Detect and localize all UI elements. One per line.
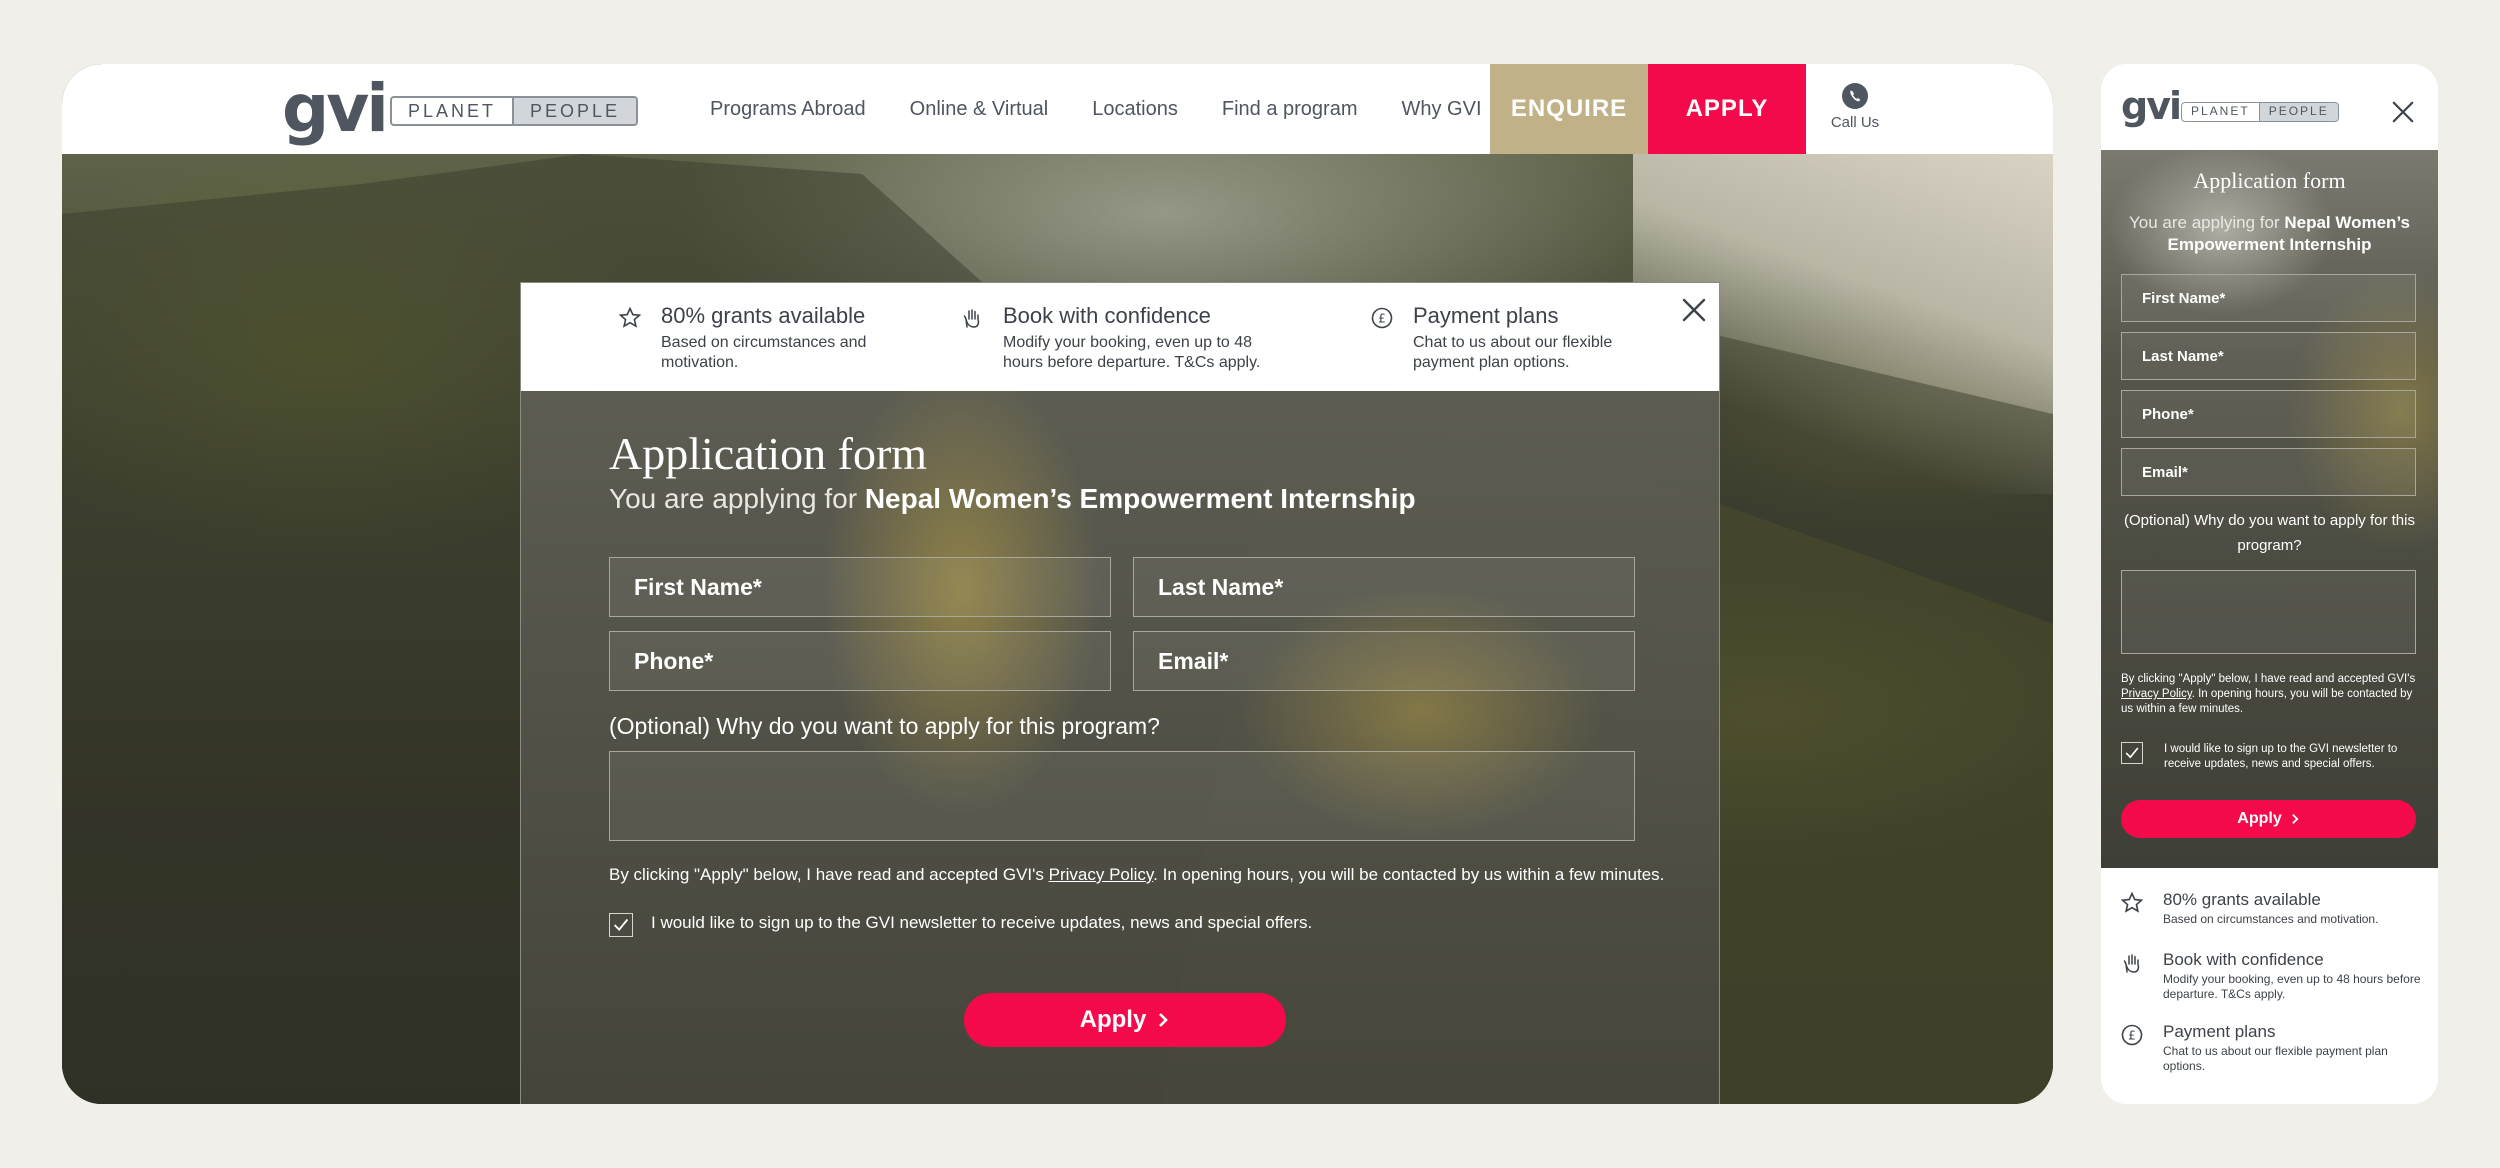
nav-find-program[interactable]: Find a program <box>1222 98 1358 121</box>
svg-text:£: £ <box>1378 312 1386 326</box>
question-label: (Optional) Why do you want to apply for … <box>609 713 1160 739</box>
last-name-field[interactable]: Last Name* <box>2121 332 2416 380</box>
chevron-right-icon <box>2291 814 2299 824</box>
benefit-title: Book with confidence <box>1003 303 1211 328</box>
pound-icon: £ <box>2121 1024 2143 1046</box>
call-us-label: Call Us <box>1830 114 1880 131</box>
privacy-policy-link[interactable]: Privacy Policy <box>1049 865 1154 884</box>
benefit-title: Payment plans <box>2163 1022 2276 1041</box>
planet-people-toggle[interactable]: PLANET PEOPLE <box>2181 102 2339 122</box>
newsletter-checkbox[interactable] <box>2121 742 2143 764</box>
nav-why-gvi[interactable]: Why GVI <box>1401 98 1481 121</box>
consent-prefix: By clicking "Apply" below, I have read a… <box>2121 673 2416 685</box>
first-name-field[interactable]: First Name* <box>2121 274 2416 322</box>
enquire-button[interactable]: ENQUIRE <box>1490 64 1648 154</box>
nav-programs-abroad[interactable]: Programs Abroad <box>710 98 866 121</box>
toggle-people[interactable]: PEOPLE <box>2258 103 2338 121</box>
benefit-title: 80% grants available <box>661 303 866 328</box>
newsletter-label: I would like to sign up to the GVI newsl… <box>651 913 1313 932</box>
hand-icon <box>2123 954 2140 973</box>
last-name-field[interactable]: Last Name* <box>1133 557 1635 617</box>
close-icon[interactable] <box>2391 100 2415 124</box>
benefit-title: 80% grants available <box>2163 890 2321 909</box>
benefit-text: Modify your booking, even up to 48 hours… <box>2163 972 2421 1001</box>
planet-people-toggle[interactable]: PLANET PEOPLE <box>390 96 639 126</box>
motivation-textarea[interactable] <box>2121 570 2416 654</box>
mobile-frame: gvi PLANET PEOPLE Application form You a… <box>2101 64 2438 1104</box>
nav-online-virtual[interactable]: Online & Virtual <box>910 98 1049 121</box>
close-icon[interactable] <box>1681 297 1707 323</box>
phone-icon <box>1842 83 1868 109</box>
benefit-title: Book with confidence <box>2163 950 2324 969</box>
phone-field[interactable]: Phone* <box>2121 390 2416 438</box>
mobile-form-panel: Application form You are applying for Ne… <box>2101 150 2438 868</box>
email-field[interactable]: Email* <box>2121 448 2416 496</box>
first-name-field[interactable]: First Name* <box>609 557 1111 617</box>
apply-button[interactable]: Apply <box>2121 800 2416 838</box>
email-field[interactable]: Email* <box>1133 631 1635 691</box>
consent-text: By clicking "Apply" below, I have read a… <box>609 865 1664 885</box>
checkmark-icon <box>613 918 629 931</box>
nav-locations[interactable]: Locations <box>1092 98 1178 121</box>
pound-icon: £ <box>1371 307 1393 329</box>
gvi-logo[interactable]: gvi <box>282 70 389 147</box>
question-label: (Optional) Why do you want to apply for … <box>2124 512 2415 554</box>
benefit-text: Based on circumstances and motivation. <box>2163 912 2379 926</box>
call-us-link[interactable]: Call Us <box>1820 82 1890 131</box>
hand-icon <box>963 309 980 328</box>
benefit-payment: £ Payment plans Chat to us about our fle… <box>1371 303 1631 373</box>
main-nav: Programs Abroad Online & Virtual Locatio… <box>710 64 1526 154</box>
svg-text:£: £ <box>2128 1029 2136 1043</box>
benefit-grants: 80% grants available Based on circumstan… <box>2121 890 2421 927</box>
subtitle-prefix: You are applying for <box>609 483 865 514</box>
newsletter-label: I would like to sign up to the GVI newsl… <box>2164 743 2398 770</box>
benefit-text: Based on circumstances and motivation. <box>661 334 867 371</box>
site-header: gvi PLANET PEOPLE Programs Abroad Online… <box>62 64 2053 154</box>
checkmark-icon <box>2125 747 2139 759</box>
benefit-title: Payment plans <box>1413 303 1559 328</box>
form-title: Application form <box>2193 168 2346 193</box>
phone-field[interactable]: Phone* <box>609 631 1111 691</box>
toggle-planet[interactable]: PLANET <box>2182 103 2259 121</box>
privacy-policy-link[interactable]: Privacy Policy <box>2121 688 2192 700</box>
benefit-text: Chat to us about our flexible payment pl… <box>2163 1044 2388 1073</box>
newsletter-checkbox[interactable] <box>609 913 633 937</box>
benefit-confidence: Book with confidence Modify your booking… <box>2121 950 2421 1002</box>
toggle-planet[interactable]: PLANET <box>392 98 512 124</box>
star-icon <box>2121 892 2143 913</box>
consent-prefix: By clicking "Apply" below, I have read a… <box>609 865 1049 884</box>
toggle-people[interactable]: PEOPLE <box>512 98 637 124</box>
apply-label: Apply <box>1079 1006 1147 1033</box>
application-modal: 80% grants available Based on circumstan… <box>520 282 1720 1104</box>
form-subtitle: You are applying for Nepal Women’s Empow… <box>609 483 1416 515</box>
gvi-logo[interactable]: gvi <box>2121 84 2182 128</box>
benefit-text: Modify your booking, even up to 48 hours… <box>1003 334 1261 371</box>
mobile-header: gvi PLANET PEOPLE <box>2101 64 2438 150</box>
benefit-text: Chat to us about our flexible payment pl… <box>1413 334 1613 371</box>
apply-header-button[interactable]: APPLY <box>1648 64 1806 154</box>
benefit-payment: £ Payment plans Chat to us about our fle… <box>2121 1022 2421 1074</box>
benefits-bar: 80% grants available Based on circumstan… <box>521 283 1719 391</box>
consent-text: By clicking "Apply" below, I have read a… <box>2121 672 2421 717</box>
benefit-grants: 80% grants available Based on circumstan… <box>619 303 879 373</box>
consent-suffix: . In opening hours, you will be contacte… <box>1153 865 1665 884</box>
program-name: Nepal Women’s Empowerment Internship <box>864 483 1416 514</box>
subtitle-prefix: You are applying for <box>2129 213 2285 232</box>
form-panel: Application form You are applying for Ne… <box>521 391 1719 1104</box>
apply-label: Apply <box>2237 810 2282 827</box>
chevron-right-icon <box>1159 1013 1169 1027</box>
star-icon <box>619 307 641 328</box>
mobile-benefits: 80% grants available Based on circumstan… <box>2101 868 2438 1104</box>
motivation-textarea[interactable] <box>609 751 1635 841</box>
form-title: Application form <box>609 428 928 479</box>
apply-button[interactable]: Apply <box>964 993 1286 1047</box>
desktop-frame: gvi PLANET PEOPLE Programs Abroad Online… <box>62 64 2053 1104</box>
form-subtitle: You are applying for Nepal Women’s Empow… <box>2121 212 2418 256</box>
benefit-confidence: Book with confidence Modify your booking… <box>961 303 1281 373</box>
